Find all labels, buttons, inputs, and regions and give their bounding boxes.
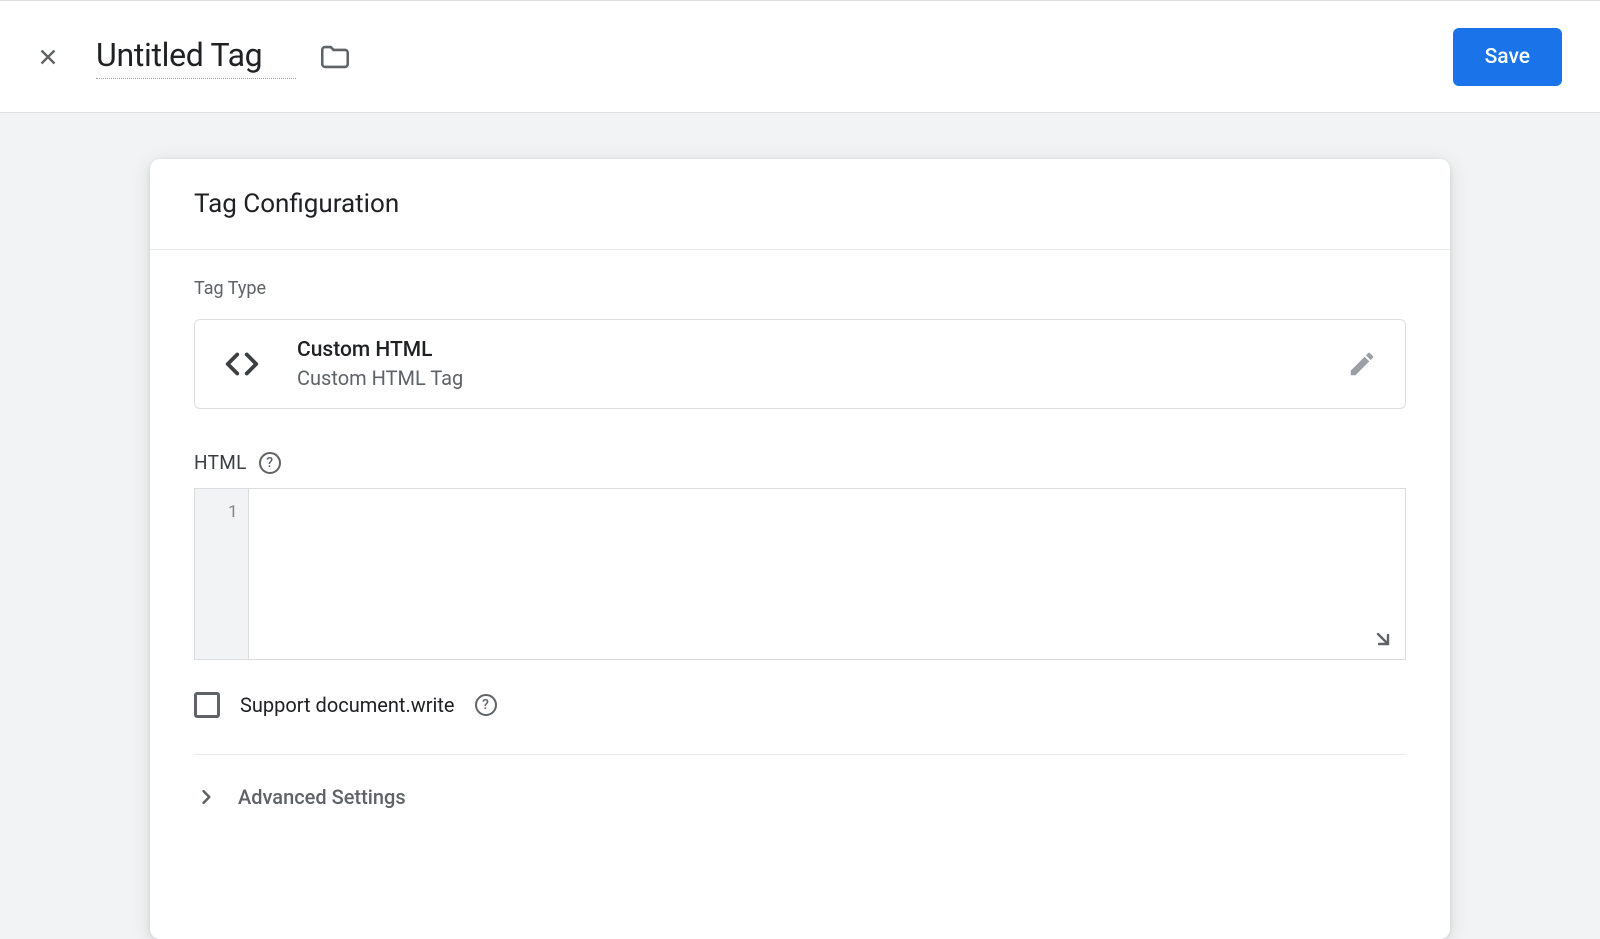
content-area: Tag Configuration Tag Type Custom HTML C… — [0, 113, 1600, 939]
tag-type-description: Custom HTML Tag — [297, 366, 1347, 390]
html-section-label: HTML — [194, 451, 247, 474]
close-button[interactable] — [24, 33, 72, 81]
pencil-icon — [1347, 349, 1377, 379]
html-label-row: HTML ? — [194, 451, 1406, 474]
line-number: 1 — [195, 499, 238, 522]
chevron-right-icon — [196, 787, 216, 807]
header-bar: Save — [0, 1, 1600, 113]
folder-icon — [318, 40, 352, 74]
card-body: Tag Type Custom HTML Custom HTML Tag HTM… — [150, 250, 1450, 837]
folder-button[interactable] — [318, 40, 352, 74]
help-icon: ? — [482, 697, 489, 713]
tag-name-input[interactable] — [96, 34, 296, 79]
editor-gutter: 1 — [195, 489, 249, 659]
card-title: Tag Configuration — [194, 189, 1406, 219]
tag-configuration-card: Tag Configuration Tag Type Custom HTML C… — [150, 159, 1450, 939]
editor-body[interactable] — [249, 489, 1405, 659]
tag-type-selector[interactable]: Custom HTML Custom HTML Tag — [194, 319, 1406, 409]
support-document-write-row: Support document.write ? — [194, 692, 1406, 754]
support-document-write-checkbox[interactable] — [194, 692, 220, 718]
html-code-editor[interactable]: 1 — [194, 488, 1406, 660]
tag-type-label: Tag Type — [194, 278, 1406, 299]
save-button[interactable]: Save — [1453, 28, 1562, 86]
html-help-button[interactable]: ? — [259, 452, 281, 474]
advanced-settings-label: Advanced Settings — [238, 785, 406, 809]
advanced-settings-toggle[interactable]: Advanced Settings — [194, 755, 1406, 837]
tag-type-text: Custom HTML Custom HTML Tag — [297, 338, 1347, 390]
tag-type-name: Custom HTML — [297, 338, 1347, 362]
close-icon — [35, 44, 61, 70]
card-header: Tag Configuration — [150, 159, 1450, 250]
code-icon — [223, 345, 261, 383]
support-document-write-label: Support document.write — [240, 693, 455, 717]
help-icon: ? — [266, 455, 273, 471]
editor-resize-handle[interactable] — [1371, 627, 1395, 651]
edit-tag-type-button[interactable] — [1347, 349, 1377, 379]
document-write-help-button[interactable]: ? — [475, 694, 497, 716]
resize-arrow-icon — [1371, 627, 1395, 651]
title-container — [96, 34, 1453, 79]
